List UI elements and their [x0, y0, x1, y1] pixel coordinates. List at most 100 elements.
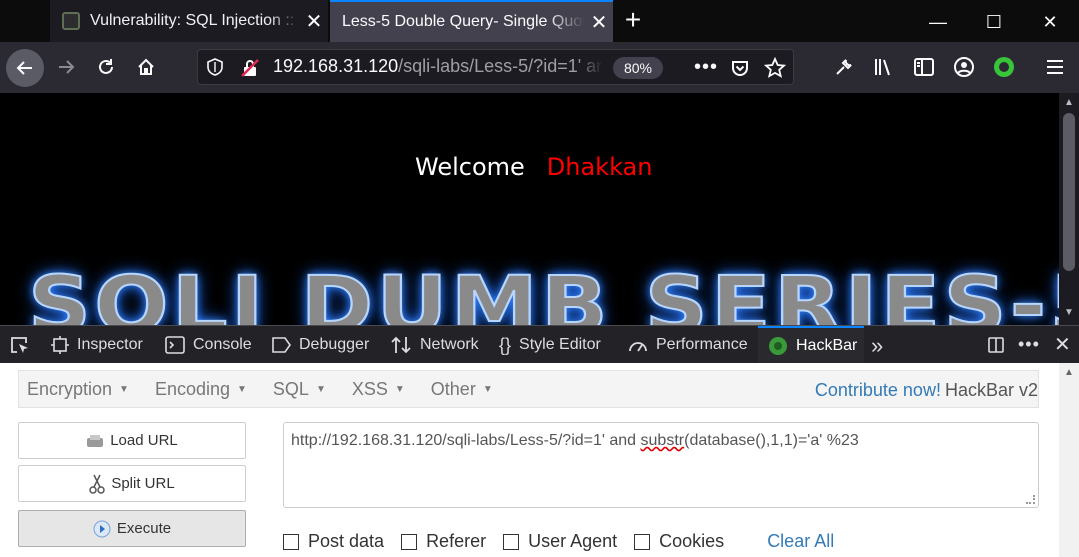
tab-label: Style Editor: [519, 336, 601, 353]
resize-handle[interactable]: [1026, 495, 1035, 504]
referer-checkbox[interactable]: [401, 533, 418, 550]
tab-network[interactable]: Network: [390, 326, 479, 364]
tracking-shield-icon[interactable]: [206, 58, 224, 81]
post-data-checkbox[interactable]: [283, 533, 299, 550]
tab-style-editor[interactable]: {} Style Editor: [499, 326, 601, 364]
contribute-link[interactable]: Contribute now!: [815, 380, 941, 400]
tab-inspector[interactable]: Inspector: [51, 326, 143, 364]
performance-gauge-icon: [628, 336, 648, 354]
menu-encryption[interactable]: Encryption ▼: [27, 379, 129, 400]
menu-encoding[interactable]: Encoding ▼: [155, 379, 247, 400]
menu-other[interactable]: Other ▼: [431, 379, 493, 400]
button-label: Execute: [116, 520, 172, 537]
bookmark-star-icon[interactable]: [763, 56, 787, 84]
hamburger-menu-icon[interactable]: [1045, 57, 1065, 82]
element-picker-icon[interactable]: [9, 335, 31, 360]
page-actions-menu-icon[interactable]: •••: [694, 56, 718, 79]
panel-scrollbar[interactable]: ▲: [1059, 363, 1079, 557]
option-user-agent[interactable]: User Agent: [503, 531, 617, 552]
execute-button[interactable]: Execute: [18, 510, 246, 547]
maximize-button[interactable]: ☐: [974, 8, 1014, 36]
url-text[interactable]: 192.168.31.120/sqli-labs/Less-5/?id=1' a…: [273, 56, 603, 77]
extension-green-circle-icon[interactable]: [992, 55, 1016, 84]
close-tab-icon[interactable]: ✕: [585, 10, 613, 35]
devtools-toolbar: Inspector Console Debugger Network {} St…: [0, 325, 1079, 364]
close-devtools-icon[interactable]: ✕: [1054, 332, 1071, 357]
tab-debugger[interactable]: Debugger: [271, 326, 369, 364]
tab-strip: Vulnerability: SQL Injection :: ✕ Less-5…: [0, 0, 1079, 42]
library-icon[interactable]: [873, 57, 895, 82]
page-scrollbar[interactable]: ▲ ▼: [1059, 93, 1079, 325]
tab-performance[interactable]: Performance: [628, 326, 748, 364]
minimize-button[interactable]: —: [918, 8, 958, 36]
home-button[interactable]: [128, 49, 164, 85]
tab-title: Less-5 Double Query- Single Quot: [342, 13, 585, 30]
zoom-level-badge[interactable]: 80%: [613, 57, 663, 79]
console-icon: [165, 336, 185, 354]
option-label: Referer: [426, 531, 487, 551]
hackbar-menubar: Encryption ▼ Encoding ▼ SQL ▼ XSS ▼ Other ▼ C…: [18, 370, 1039, 408]
user-agent-checkbox[interactable]: [503, 533, 520, 550]
hackbar-version: HackBar v2: [944, 380, 1038, 400]
account-icon[interactable]: [953, 56, 975, 83]
scroll-up-icon[interactable]: ▲: [1059, 97, 1079, 108]
tab-vulnerability[interactable]: Vulnerability: SQL Injection :: ✕: [50, 0, 328, 42]
hackbar-icon: [768, 336, 788, 356]
forward-button[interactable]: [48, 49, 84, 85]
insecure-lock-icon[interactable]: [240, 58, 260, 83]
web-page-content: Welcome Dhakkan SQLI DUMB SERIES-5: [0, 93, 1059, 325]
scissors-icon: [89, 474, 106, 494]
tab-label: Console: [193, 336, 252, 353]
dock-toggle-icon[interactable]: [986, 335, 1006, 360]
welcome-label: Welcome: [415, 153, 525, 181]
url-path: /sqli-labs/Less-5/?id=1' and: [398, 56, 603, 76]
scrollbar-thumb[interactable]: [1063, 113, 1075, 271]
more-tabs-chevron-icon[interactable]: »: [871, 333, 883, 359]
menu-label: Encoding: [154, 378, 231, 399]
request-options: Post data Referer User Agent Cookies Cle…: [283, 531, 834, 552]
menu-label: Other: [430, 378, 476, 399]
user-name: Dhakkan: [546, 153, 653, 181]
menu-xss[interactable]: XSS ▼: [352, 379, 405, 400]
reload-button[interactable]: [88, 49, 124, 85]
menu-sql[interactable]: SQL ▼: [273, 379, 326, 400]
split-url-button[interactable]: Split URL: [18, 465, 246, 502]
sidebar-icon[interactable]: [913, 57, 935, 82]
load-url-button[interactable]: Load URL: [18, 422, 246, 459]
close-window-button[interactable]: ✕: [1030, 8, 1070, 36]
tab-hackbar[interactable]: HackBar: [758, 326, 864, 364]
tab-console[interactable]: Console: [165, 326, 252, 364]
option-label: User Agent: [528, 531, 618, 551]
url-textarea[interactable]: http://192.168.31.120/sqli-labs/Less-5/?…: [283, 422, 1039, 508]
cookies-checkbox[interactable]: [634, 533, 651, 550]
style-editor-icon: {}: [499, 334, 512, 355]
clear-all-link[interactable]: Clear All: [767, 531, 834, 552]
option-cookies[interactable]: Cookies: [634, 531, 724, 552]
option-referer[interactable]: Referer: [401, 531, 486, 552]
option-post-data[interactable]: Post data: [283, 531, 384, 552]
wrench-icon[interactable]: [834, 57, 854, 82]
tab-title: Vulnerability: SQL Injection ::: [90, 12, 295, 29]
url-part-before: http://192.168.31.120/sqli-labs/Less-5/?…: [291, 432, 641, 449]
dvwa-favicon-icon: [62, 12, 80, 30]
back-button[interactable]: [6, 49, 44, 87]
devtools-options-icon[interactable]: •••: [1018, 334, 1040, 355]
tab-label: Inspector: [77, 336, 143, 353]
scroll-down-icon[interactable]: ▼: [1059, 307, 1079, 318]
address-bar[interactable]: 192.168.31.120/sqli-labs/Less-5/?id=1' a…: [197, 49, 794, 85]
new-tab-button[interactable]: +: [618, 6, 648, 36]
caret-down-icon: ▼: [237, 383, 247, 395]
home-icon: [138, 58, 154, 75]
tab-less-5[interactable]: Less-5 Double Query- Single Quot ✕: [330, 0, 613, 42]
close-tab-icon[interactable]: ✕: [300, 9, 328, 34]
caret-down-icon: ▼: [119, 383, 129, 395]
menu-label: XSS: [351, 378, 388, 399]
pocket-icon[interactable]: [730, 58, 750, 83]
hackbar-panel: Encryption ▼ Encoding ▼ SQL ▼ XSS ▼ Other ▼ C…: [0, 363, 1059, 557]
inspector-icon: [51, 336, 69, 354]
scroll-up-icon[interactable]: ▲: [1059, 367, 1079, 378]
tab-label: Debugger: [299, 336, 370, 353]
caret-down-icon: ▼: [315, 383, 326, 395]
option-label: Cookies: [659, 531, 725, 551]
url-part-after: (database(),1,1)='a' %23: [684, 432, 859, 449]
